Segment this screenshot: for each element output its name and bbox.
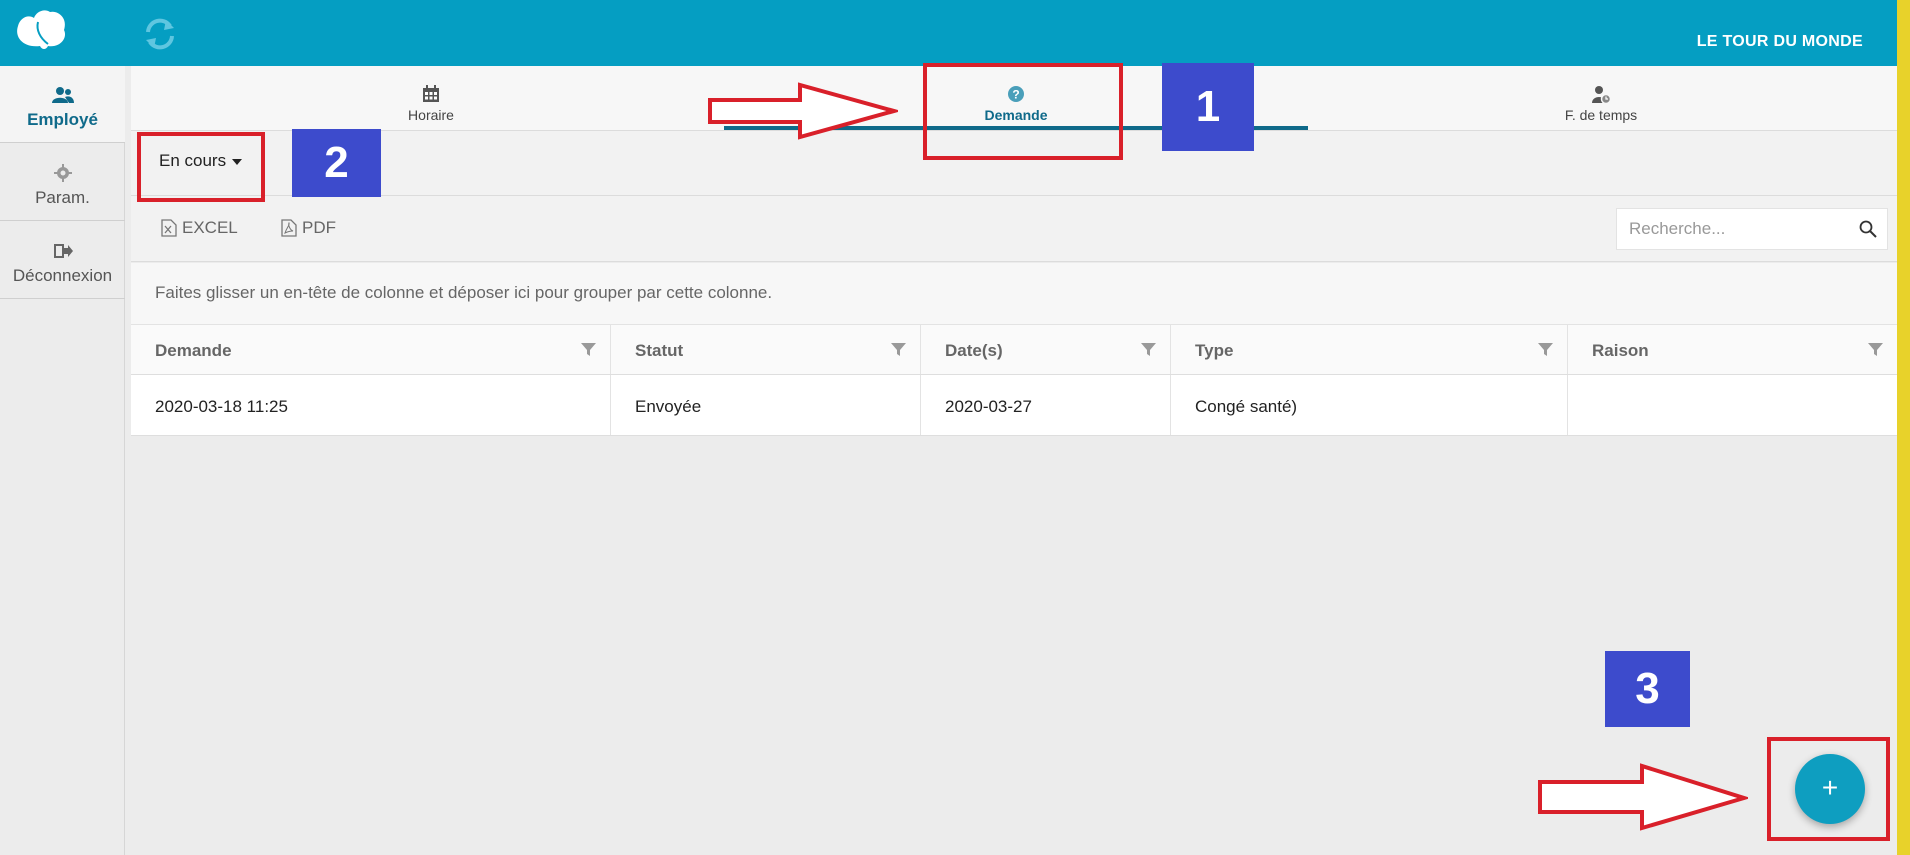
group-by-drop-zone[interactable]: Faites glisser un en-tête de colonne et … [131,263,1897,325]
search-box [1616,208,1888,250]
window-edge [1897,0,1910,855]
users-icon [51,87,74,103]
sidebar-item-label: Déconnexion [12,266,113,285]
column-header-demande[interactable]: Demande [131,325,611,374]
cell-type: Congé santé) [1171,375,1568,435]
tab-horaire[interactable]: Horaire [271,66,591,130]
filter-funnel-icon[interactable] [891,342,906,357]
tab-label: Horaire [408,107,454,123]
column-header-raison[interactable]: Raison [1568,325,1897,374]
sidebar-item-deconnexion[interactable]: Déconnexion [0,222,125,299]
filter-funnel-icon[interactable] [1538,342,1553,357]
sidebar-item-param[interactable]: Param. [0,144,125,221]
annotation-badge-1: 1 [1162,63,1254,151]
filter-funnel-icon[interactable] [1141,342,1156,357]
toolbar: EXCEL PDF [131,197,1897,262]
company-name: LE TOUR DU MONDE [1696,33,1863,50]
column-title: Statut [635,341,684,360]
column-title: Date(s) [945,341,1003,360]
table-row[interactable]: 2020-03-18 11:25 Envoyée 2020-03-27 Cong… [131,375,1897,436]
filter-funnel-icon[interactable] [581,342,596,357]
sidebar-item-employe[interactable]: Employé [0,66,125,143]
cell-demande: 2020-03-18 11:25 [131,375,611,435]
main-content: Horaire ? Demande F. de temps En cours E… [131,66,1897,855]
sidebar: Employé Param. Déconnexion [0,66,125,855]
filter-funnel-icon[interactable] [1868,342,1883,357]
column-title: Demande [155,341,232,360]
column-title: Raison [1592,341,1649,360]
excel-label: EXCEL [182,218,238,237]
column-header-statut[interactable]: Statut [611,325,921,374]
annotation-box-demande-tab [923,63,1123,160]
calendar-icon [423,85,439,102]
user-clock-icon [1592,86,1611,104]
annotation-arrow-3 [1538,763,1748,831]
search-icon[interactable] [1859,220,1877,238]
cell-dates: 2020-03-27 [921,375,1171,435]
annotation-badge-2: 2 [292,129,381,197]
top-bar: LE TOUR DU MONDE [0,0,1897,66]
annotation-arrow-1 [708,82,898,140]
file-excel-icon [161,219,177,237]
cell-statut: Envoyée [611,375,921,435]
butterfly-logo-icon[interactable] [14,8,70,56]
annotation-badge-3: 3 [1605,651,1690,727]
refresh-icon[interactable] [142,16,178,52]
annotation-box-status-dropdown [137,132,265,202]
cell-raison [1568,375,1897,435]
grid-header-row: Demande Statut Date(s) Type Raison [131,325,1897,375]
tab-f-de-temps[interactable]: F. de temps [1441,66,1761,130]
column-header-dates[interactable]: Date(s) [921,325,1171,374]
tab-label: F. de temps [1564,107,1638,123]
column-header-type[interactable]: Type [1171,325,1568,374]
annotation-box-add-button [1767,737,1890,841]
excel-export-button[interactable]: EXCEL [161,218,238,238]
pdf-export-button[interactable]: PDF [281,218,336,238]
search-input[interactable] [1617,209,1847,249]
gear-icon [53,164,72,182]
column-title: Type [1195,341,1234,360]
sidebar-item-label: Param. [35,188,90,207]
sidebar-item-label: Employé [27,110,98,129]
file-pdf-icon [281,219,297,237]
sign-out-icon [53,244,73,258]
pdf-label: PDF [302,218,336,237]
